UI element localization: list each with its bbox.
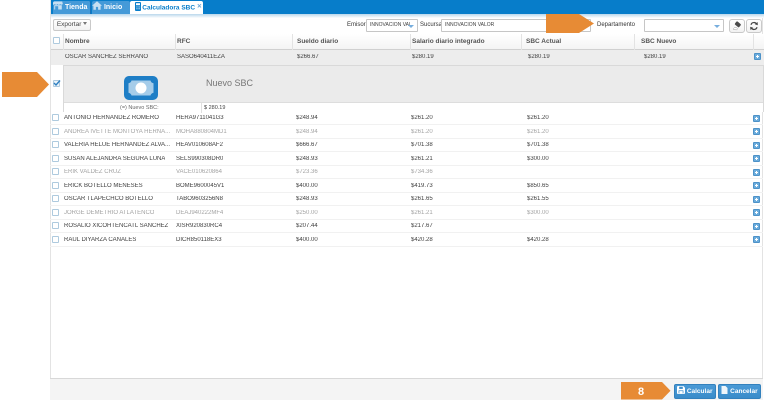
svg-text:8: 8 xyxy=(638,386,644,398)
